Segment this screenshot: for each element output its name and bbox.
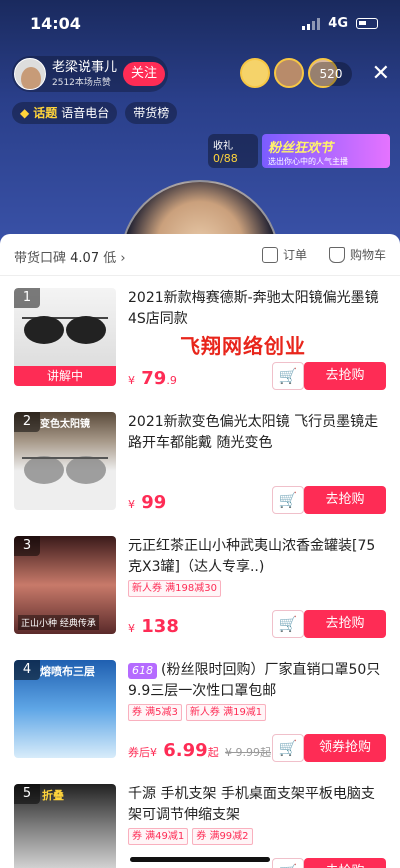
cart-button[interactable]: 购物车 <box>328 246 386 263</box>
product-item[interactable]: 3 正山小种 经典传承 元正红茶正山小种武夷山浓香金罐装[75克X3罐]（达人专… <box>0 530 400 652</box>
host-name: 老梁说事儿 <box>52 60 118 75</box>
currency: ¥ <box>128 622 135 635</box>
product-thumbnail[interactable]: 3 正山小种 经典传承 <box>14 536 116 634</box>
viewer-avatar[interactable] <box>274 58 304 88</box>
product-index: 2 <box>14 412 40 432</box>
orders-button[interactable]: 订单 <box>261 246 307 263</box>
product-item[interactable]: 5 折叠 千源 手机支架 手机桌面支架平板电脑支架可调节伸缩支架 券 满49减1… <box>0 778 400 868</box>
product-price: ¥ 79.9 <box>128 368 177 389</box>
price-value: 6.99 <box>163 740 208 761</box>
gift-counter[interactable]: 收礼 0/88 <box>208 134 258 168</box>
product-index: 3 <box>14 536 40 556</box>
reputation-value: 4.07 <box>70 251 100 266</box>
coupon-tag: 券 满5减3 <box>128 704 182 721</box>
product-index: 5 <box>14 784 40 804</box>
buy-button[interactable]: 去抢购 <box>304 362 386 390</box>
product-title: 618 (粉丝限时回购）厂家直销口罩50只9.9三层一次性口罩包邮 <box>128 660 386 702</box>
thumb-caption: 正山小种 经典传承 <box>18 615 99 630</box>
add-to-cart-button[interactable]: 🛒 <box>272 362 304 390</box>
topic-tag[interactable]: ◆ 话题 语音电台 <box>12 102 118 124</box>
clipboard-icon <box>261 246 278 263</box>
product-item[interactable]: 2 变色太阳镜 2021新款变色偏光太阳镜 飞行员墨镜走路开车都能戴 随光变色 … <box>0 406 400 528</box>
close-icon[interactable]: ✕ <box>372 62 390 86</box>
add-to-cart-button[interactable]: 🛒 <box>272 734 304 762</box>
product-thumbnail[interactable]: 4 熔喷布三层 <box>14 660 116 758</box>
price-decimal: .9 <box>166 374 177 387</box>
orders-label: 订单 <box>282 248 307 262</box>
product-title-text: (粉丝限时回购）厂家直销口罩50只9.9三层一次性口罩包邮 <box>128 662 381 699</box>
price-value: 79 <box>141 368 167 389</box>
battery-icon <box>356 18 378 29</box>
cart-icon <box>328 246 345 263</box>
fan-festival-banner[interactable]: 粉丝狂欢节 选出你心中的人气主播 <box>262 134 390 168</box>
banner-title: 粉丝狂欢节 <box>268 141 334 156</box>
sheet-header: 带货口碑 4.07 低 › 订单 购物车 <box>0 234 400 276</box>
thumb-caption: 变色太阳镜 <box>40 419 90 430</box>
reputation-label: 带货口碑 <box>14 251 67 266</box>
product-title: 2021新款梅赛德斯-奔驰太阳镜偏光墨镜 4S店同款 <box>128 290 379 327</box>
coupon-tag: 券 满99减2 <box>192 828 253 845</box>
currency: ¥ <box>150 746 157 759</box>
host-avatar[interactable] <box>14 58 46 90</box>
coupon-tag: 新人券 满19减1 <box>185 704 267 721</box>
product-price: ¥ 138 <box>128 616 179 637</box>
thumb-caption: 熔喷布三层 <box>40 665 95 678</box>
gift-progress: 0/88 <box>213 152 238 165</box>
gift-label: 收礼 <box>213 141 233 152</box>
host-likes: 2512本场点赞 <box>52 78 111 88</box>
product-item[interactable]: 4 熔喷布三层 618 (粉丝限时回购）厂家直销口罩50只9.9三层一次性口罩包邮… <box>0 654 400 776</box>
product-thumbnail[interactable]: 1 讲解中 <box>14 288 116 386</box>
topic-label: 语音电台 <box>61 106 110 120</box>
price-suffix: 起 <box>207 746 219 759</box>
currency: ¥ <box>128 498 135 511</box>
product-thumbnail[interactable]: 2 变色太阳镜 <box>14 412 116 510</box>
live-explaining-tag: 讲解中 <box>14 366 116 386</box>
coupon-tag: 券 满49减1 <box>128 828 189 845</box>
currency: ¥ <box>128 374 135 387</box>
topic-prefix: 话题 <box>33 106 58 120</box>
viewer-avatar[interactable] <box>240 58 270 88</box>
thumb-caption: 折叠 <box>42 789 64 802</box>
viewer-count[interactable]: 520 <box>310 62 352 86</box>
sales-rank-tag[interactable]: 带货榜 <box>125 102 178 124</box>
product-index: 4 <box>14 660 40 680</box>
status-time: 14:04 <box>30 14 81 33</box>
signal-icon <box>302 17 321 30</box>
buy-button[interactable]: 去抢购 <box>304 610 386 638</box>
topic-icon: ◆ <box>20 106 30 120</box>
add-to-cart-button[interactable]: 🛒 <box>272 610 304 638</box>
banner-subtitle: 选出你心中的人气主播 <box>268 157 348 166</box>
product-thumbnail[interactable]: 5 折叠 <box>14 784 116 868</box>
promo-618-badge: 618 <box>128 663 157 679</box>
cart-label: 购物车 <box>349 248 386 262</box>
product-index: 1 <box>14 288 40 308</box>
product-price: 券后¥ 6.99起 ¥ 9.99起 <box>128 740 271 761</box>
add-to-cart-button[interactable]: 🛒 <box>272 486 304 514</box>
reputation-level: 低 <box>103 251 117 266</box>
price-prefix: 券后 <box>128 746 150 759</box>
price-value: 99 <box>141 492 167 513</box>
price-value: 138 <box>141 616 179 637</box>
chevron-right-icon: › <box>120 251 126 266</box>
original-price: ¥ 9.99起 <box>224 746 271 759</box>
buy-button[interactable]: 去抢购 <box>304 858 386 868</box>
watermark-text: 飞翔网络创业 <box>180 334 306 358</box>
coupon-tag: 新人券 满198减30 <box>128 580 221 597</box>
product-title: 千源 手机支架 手机桌面支架平板电脑支架可调节伸缩支架 <box>128 786 375 823</box>
home-indicator[interactable] <box>130 857 270 862</box>
product-title: 元正红茶正山小种武夷山浓香金罐装[75克X3罐]（达人专享..) <box>128 538 376 575</box>
claim-coupon-button[interactable]: 领券抢购 <box>304 734 386 762</box>
reputation[interactable]: 带货口碑 4.07 低 › <box>14 247 126 266</box>
product-title: 2021新款变色偏光太阳镜 飞行员墨镜走路开车都能戴 随光变色 <box>128 414 379 451</box>
add-to-cart-button[interactable]: 🛒 <box>272 858 304 868</box>
product-price: ¥ 99 <box>128 492 166 513</box>
buy-button[interactable]: 去抢购 <box>304 486 386 514</box>
follow-button[interactable]: 关注 <box>123 62 165 86</box>
network-label: 4G <box>328 16 348 31</box>
status-bar: 14:04 4G <box>0 0 400 44</box>
